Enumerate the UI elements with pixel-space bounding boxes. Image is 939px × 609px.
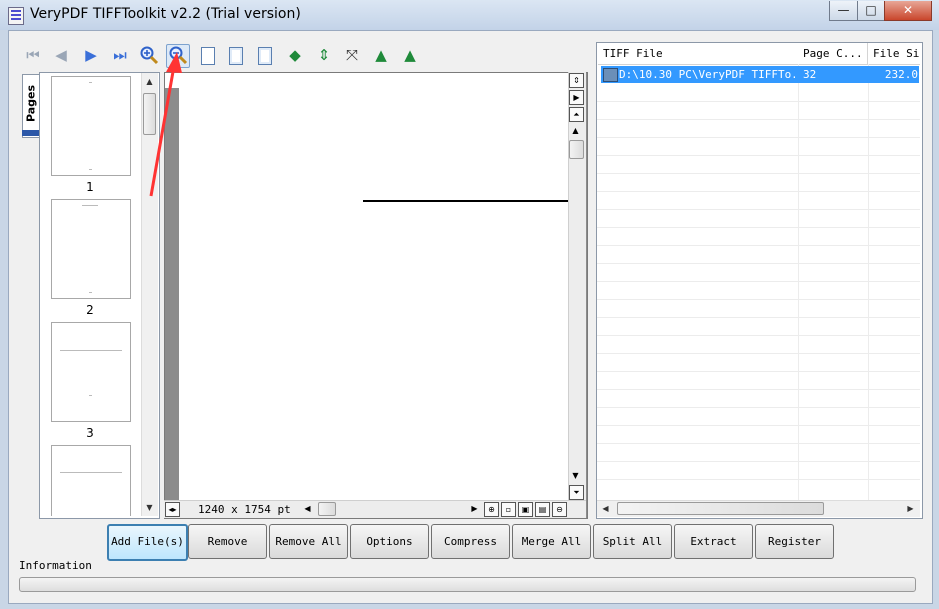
rotate-left-icon[interactable]: ▲ [370,44,392,66]
page-thumbnail-4[interactable] [51,445,131,516]
grid-line [597,101,920,102]
fit-page-icon[interactable] [225,44,247,66]
grid-line [798,64,799,500]
preview-hscroll-thumb[interactable] [318,502,336,516]
column-header-tiff-file[interactable]: TIFF File [598,43,799,65]
page-thumbnail-1[interactable] [51,76,131,176]
preview-content-line [363,200,568,202]
grid-line [597,299,920,300]
preview-scroll-down-icon[interactable]: ▼ [569,469,582,482]
close-button[interactable]: ✕ [884,1,932,21]
compress-button[interactable]: Compress [431,524,510,559]
tiff-file-icon [603,68,618,82]
next-page-icon[interactable]: ▶ [80,44,102,66]
preview-scroll-bottom-icon[interactable]: ⏷ [569,485,584,500]
app-icon [8,7,24,25]
preview-zoom-out-icon[interactable]: ⊖ [552,502,567,517]
rotate-right-icon[interactable]: ▲ [399,44,421,66]
file-list-scroll-right-icon[interactable]: ▶ [903,501,918,516]
grid-line [597,209,920,210]
file-list-scroll-left-icon[interactable]: ◀ [598,501,613,516]
grid-line [597,155,920,156]
preview-scroll-up-icon[interactable]: ▲ [569,124,582,137]
grid-line [597,137,920,138]
grid-line [868,64,869,500]
preview-top-margin [165,73,568,88]
grid-line [597,335,920,336]
add-files-button[interactable]: Add File(s) [107,524,188,561]
column-header-file-size[interactable]: File Si [868,43,920,65]
tab-pages-label: Pages [24,84,38,123]
first-page-icon[interactable]: ⏮ [22,44,44,66]
grid-line [597,227,920,228]
page-thumbnail-3[interactable] [51,322,131,422]
tab-pages[interactable]: Pages [22,74,40,138]
grid-line [597,245,920,246]
rotate-icon[interactable]: ⤧ [341,44,363,66]
table-cell-file: D:\10.30 PC\VeryPDF TIFFTo... [619,68,795,81]
actual-size-icon[interactable] [197,44,219,66]
grid-line [597,479,920,480]
grid-line [597,407,920,408]
preview-scroll-right-icon[interactable]: ▶ [468,502,481,515]
previous-page-icon[interactable]: ◀ [50,44,72,66]
preview-zoom-in-icon[interactable]: ⊕ [484,502,499,517]
tab-pages-indicator [22,130,39,136]
preview-actual-size-icon[interactable]: ▫ [501,502,516,517]
split-all-button[interactable]: Split All [593,524,672,559]
page-number-3: 3 [86,426,94,440]
flip-horizontal-icon[interactable]: ◆ [284,44,306,66]
thumbnail-scroll-down-icon[interactable]: ▼ [142,500,157,515]
page-number-2: 2 [86,303,94,317]
information-label: Information [19,559,92,572]
preview-page [179,88,568,500]
register-button[interactable]: Register [755,524,834,559]
preview-fit-width-icon[interactable]: ▤ [535,502,550,517]
preview-scroll-top-icon[interactable]: ⏶ [569,107,584,122]
information-progress-bar [19,577,916,592]
fit-width-icon[interactable] [254,44,276,66]
grid-line [597,281,920,282]
column-header-page-count[interactable]: Page C... [798,43,868,65]
grid-line [597,443,920,444]
annotation-arrow-icon [149,52,182,197]
merge-all-button[interactable]: Merge All [512,524,591,559]
maximize-button[interactable]: □ [857,1,885,21]
grid-line [597,173,920,174]
grid-line [597,191,920,192]
window-title: VeryPDF TIFFToolkit v2.2 (Trial version) [30,6,301,22]
table-cell-size: 232.0 [884,68,918,81]
preview-scroll-both-icon[interactable]: ⇕ [569,73,584,88]
grid-line [597,119,920,120]
grid-line [597,425,920,426]
preview-fit-page-icon[interactable]: ▣ [518,502,533,517]
grid-line [597,317,920,318]
page-thumbnail-2[interactable] [51,199,131,299]
page-number-1: 1 [86,180,94,194]
file-list-scroll-thumb[interactable] [617,502,824,515]
last-page-icon[interactable]: ⏭ [109,44,131,66]
table-cell-pages: 32 [803,68,817,81]
grid-line [597,461,920,462]
remove-button[interactable]: Remove [188,524,267,559]
preview-next-icon[interactable]: ▶ [569,90,584,105]
flip-vertical-icon[interactable]: ⇕ [313,44,335,66]
remove-all-button[interactable]: Remove All [269,524,348,559]
preview-scroll-horizontal-icon[interactable]: ◂▸ [165,502,180,517]
grid-line [597,353,920,354]
options-button[interactable]: Options [350,524,429,559]
preview-vscroll-thumb[interactable] [569,140,584,159]
preview-dimensions: 1240 x 1754 pt [198,503,291,516]
minimize-button[interactable]: — [829,1,858,21]
extract-button[interactable]: Extract [674,524,753,559]
grid-line [597,371,920,372]
grid-line [597,263,920,264]
grid-line [597,389,920,390]
preview-scroll-left-icon[interactable]: ◀ [301,502,314,515]
